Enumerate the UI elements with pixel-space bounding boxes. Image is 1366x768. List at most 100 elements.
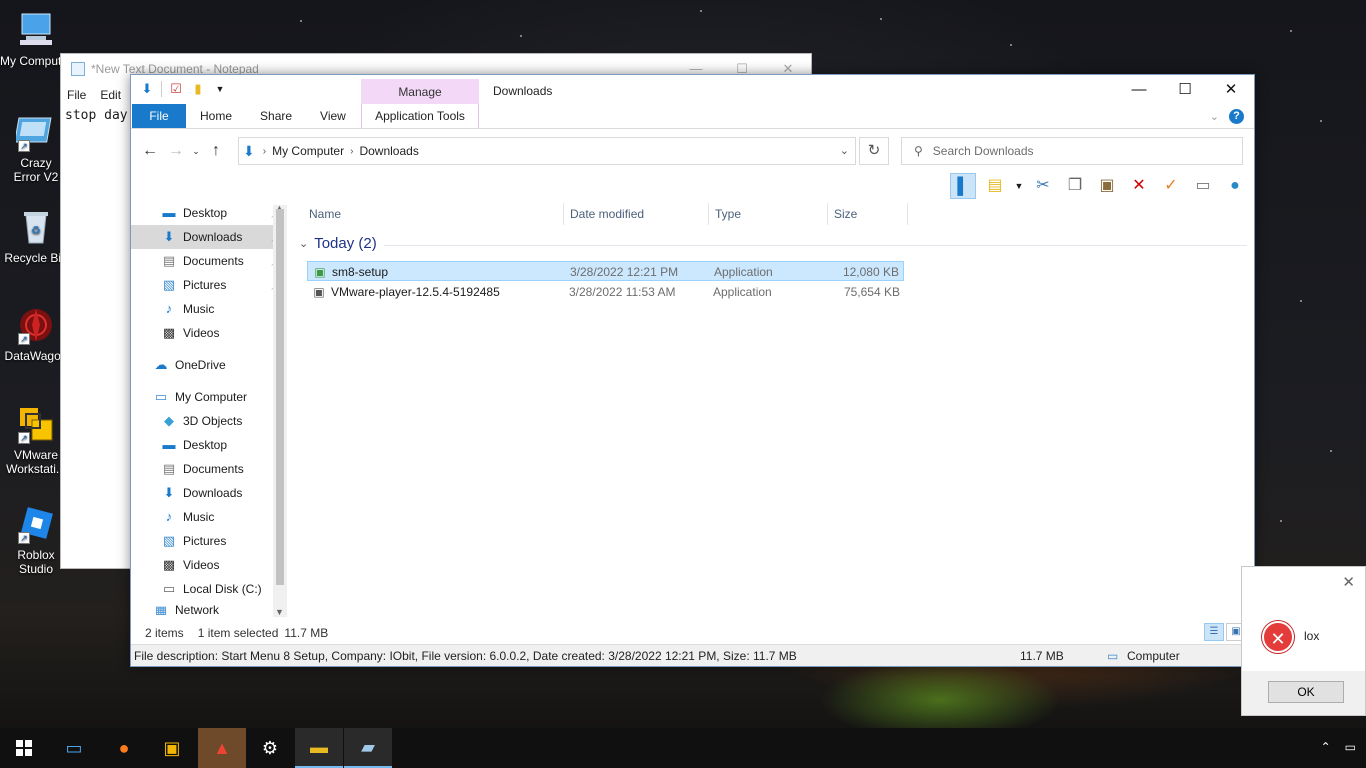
up-arrow-icon[interactable]: ↑ bbox=[203, 142, 229, 160]
nav-item-downloads-2[interactable]: ⬇ Downloads bbox=[131, 481, 287, 505]
download-arrow-icon: ⬇ bbox=[141, 81, 153, 96]
nav-item-music-2[interactable]: ♪ Music bbox=[131, 505, 287, 529]
nav-pane-scrollbar[interactable]: ▲ ▼ bbox=[273, 203, 287, 617]
scroll-down-icon[interactable]: ▼ bbox=[275, 607, 284, 617]
nav-item-network[interactable]: ▦ Network bbox=[131, 603, 287, 615]
explorer-titlebar[interactable]: ⬇ ☑ ▮ ▼ Manage Downloads — ☐ ✕ bbox=[131, 75, 1254, 105]
nav-item-label: Pictures bbox=[183, 278, 227, 292]
firefox-icon[interactable]: ● bbox=[100, 728, 148, 768]
app-installer-icon[interactable]: ▲ bbox=[198, 728, 246, 768]
close-icon[interactable]: ✕ bbox=[1342, 573, 1355, 591]
file-row[interactable]: ▣ VMware-player-12.5.4-5192485 3/28/2022… bbox=[307, 282, 904, 302]
column-header-name[interactable]: Name bbox=[309, 207, 341, 221]
group-header-today[interactable]: ⌄ Today (2) bbox=[299, 235, 377, 252]
nav-item-pictures[interactable]: ▧ Pictures 📌 bbox=[131, 273, 287, 297]
3d-objects-icon: ◆ bbox=[164, 413, 174, 428]
tab-home[interactable]: Home bbox=[186, 104, 246, 128]
nav-item-3d-objects[interactable]: ◆ 3D Objects bbox=[131, 409, 287, 433]
tab-share[interactable]: Share bbox=[246, 104, 306, 128]
help-icon[interactable]: ? bbox=[1229, 109, 1244, 124]
taskbar: ▭ ● ▣ ▲ ⚙ ▬ ▰ ⌃ ▭ bbox=[0, 728, 1366, 768]
nav-item-documents[interactable]: ▤ Documents 📌 bbox=[131, 249, 287, 273]
start-button[interactable] bbox=[0, 728, 48, 768]
error-icon: ✕ bbox=[1262, 621, 1294, 653]
preview-pane-icon[interactable]: ▌ bbox=[950, 173, 976, 199]
recent-locations-icon[interactable]: ⌄ bbox=[189, 146, 203, 157]
nav-item-onedrive[interactable]: ☁ OneDrive bbox=[131, 353, 287, 377]
vmware-icon[interactable]: ▣ bbox=[148, 728, 196, 768]
expand-ribbon-icon[interactable]: ⌄ bbox=[1210, 110, 1219, 123]
close-icon[interactable]: ✕ bbox=[1208, 75, 1254, 105]
settings-gear-icon[interactable]: ⚙ bbox=[246, 728, 294, 768]
scrollbar-thumb[interactable] bbox=[276, 209, 284, 585]
file-explorer-icon[interactable]: ▬ bbox=[295, 728, 343, 768]
search-box[interactable]: ⚲ bbox=[901, 137, 1243, 165]
forward-arrow-icon[interactable]: → bbox=[163, 142, 189, 160]
shortcut-arrow-icon: ↗ bbox=[18, 140, 30, 152]
nav-item-pictures-2[interactable]: ▧ Pictures bbox=[131, 529, 287, 553]
recycle-bin-icon: ♻ bbox=[16, 207, 56, 247]
properties-icon[interactable]: ☑ bbox=[168, 81, 184, 97]
nav-item-desktop[interactable]: ▬ Desktop 📌 bbox=[131, 201, 287, 225]
nav-item-my-computer[interactable]: ▭ My Computer bbox=[131, 385, 287, 409]
nav-item-videos[interactable]: ▩ Videos bbox=[131, 321, 287, 345]
nav-item-documents-2[interactable]: ▤ Documents bbox=[131, 457, 287, 481]
notepad-icon[interactable]: ▰ bbox=[344, 728, 392, 768]
tab-application-tools[interactable]: Application Tools bbox=[361, 104, 479, 128]
error-dialog[interactable]: ✕ ✕ lox OK bbox=[1241, 566, 1366, 716]
column-header-date-modified[interactable]: Date modified bbox=[570, 207, 644, 221]
taskbar-computer-icon[interactable]: ▭ bbox=[50, 728, 98, 768]
status-item-count: 2 items bbox=[145, 626, 184, 640]
music-icon: ♪ bbox=[165, 301, 173, 316]
copy-icon[interactable]: ❐ bbox=[1062, 173, 1088, 199]
chevron-down-icon[interactable]: ⌄ bbox=[299, 237, 308, 250]
nav-item-label: Music bbox=[183, 510, 215, 524]
column-header-type[interactable]: Type bbox=[715, 207, 741, 221]
paste-icon[interactable]: ▣ bbox=[1094, 173, 1120, 199]
new-folder-icon[interactable]: ▮ bbox=[190, 81, 206, 97]
details-view-icon[interactable]: ☰ bbox=[1204, 623, 1224, 641]
back-arrow-icon[interactable]: ← bbox=[137, 142, 163, 160]
nav-item-label: Documents bbox=[183, 254, 244, 268]
nav-item-music[interactable]: ♪ Music bbox=[131, 297, 287, 321]
maximize-icon[interactable]: ☐ bbox=[1162, 75, 1208, 105]
navigation-bar: ← → ⌄ ↑ ⬇ › My Computer › Downloads ⌄ ↻ … bbox=[131, 129, 1254, 173]
refresh-button[interactable]: ↻ bbox=[859, 137, 889, 165]
rename-icon[interactable]: ▭ bbox=[1190, 173, 1216, 199]
local-disk-icon: ▭ bbox=[162, 581, 176, 596]
nav-item-label: My Computer bbox=[175, 390, 248, 404]
chevron-up-icon[interactable]: ⌃ bbox=[1321, 740, 1331, 754]
nav-item-label: Downloads bbox=[183, 486, 243, 500]
checkmark-icon[interactable]: ✓ bbox=[1158, 173, 1184, 199]
delete-icon[interactable]: ✕ bbox=[1126, 173, 1152, 199]
network-icon[interactable]: ▭ bbox=[1345, 740, 1356, 754]
file-explorer-window[interactable]: ⬇ ☑ ▮ ▼ Manage Downloads — ☐ ✕ File Home… bbox=[130, 74, 1255, 667]
minimize-icon[interactable]: — bbox=[1116, 75, 1162, 105]
globe-icon[interactable]: ● bbox=[1222, 173, 1248, 199]
column-header-size[interactable]: Size bbox=[834, 207, 857, 221]
breadcrumb-separator-icon: › bbox=[262, 145, 267, 157]
tab-file[interactable]: File bbox=[132, 104, 186, 128]
search-input[interactable] bbox=[932, 144, 1213, 158]
nav-item-local-disk[interactable]: ▭ Local Disk (C:) bbox=[131, 577, 287, 601]
ok-button[interactable]: OK bbox=[1268, 681, 1344, 703]
file-row[interactable]: ▣ sm8-setup 3/28/2022 12:21 PM Applicati… bbox=[307, 261, 904, 281]
nav-item-downloads[interactable]: ⬇ Downloads 📌 bbox=[131, 225, 287, 249]
chevron-down-icon[interactable]: ▼ bbox=[1014, 173, 1024, 199]
tab-view[interactable]: View bbox=[306, 104, 360, 128]
nav-item-desktop-2[interactable]: ▬ Desktop bbox=[131, 433, 287, 457]
folder-options-icon[interactable]: ▤ bbox=[982, 173, 1008, 199]
notepad-menu-file[interactable]: File bbox=[67, 88, 86, 102]
address-bar[interactable]: ⬇ › My Computer › Downloads ⌄ bbox=[238, 137, 856, 165]
breadcrumb-my-computer[interactable]: My Computer bbox=[272, 144, 344, 158]
notepad-menu-edit[interactable]: Edit bbox=[100, 88, 121, 102]
nav-item-label: Network bbox=[175, 603, 220, 615]
chevron-down-icon[interactable]: ⌄ bbox=[840, 144, 849, 157]
chevron-down-icon[interactable]: ▼ bbox=[212, 81, 228, 97]
installer-icon: ▣ bbox=[313, 285, 325, 299]
cut-icon[interactable]: ✂ bbox=[1030, 173, 1056, 199]
nav-item-videos-2[interactable]: ▩ Videos bbox=[131, 553, 287, 577]
computer-icon: ▭ bbox=[154, 389, 168, 404]
breadcrumb-downloads[interactable]: Downloads bbox=[359, 144, 418, 158]
status-selected: 1 item selected bbox=[197, 626, 279, 640]
